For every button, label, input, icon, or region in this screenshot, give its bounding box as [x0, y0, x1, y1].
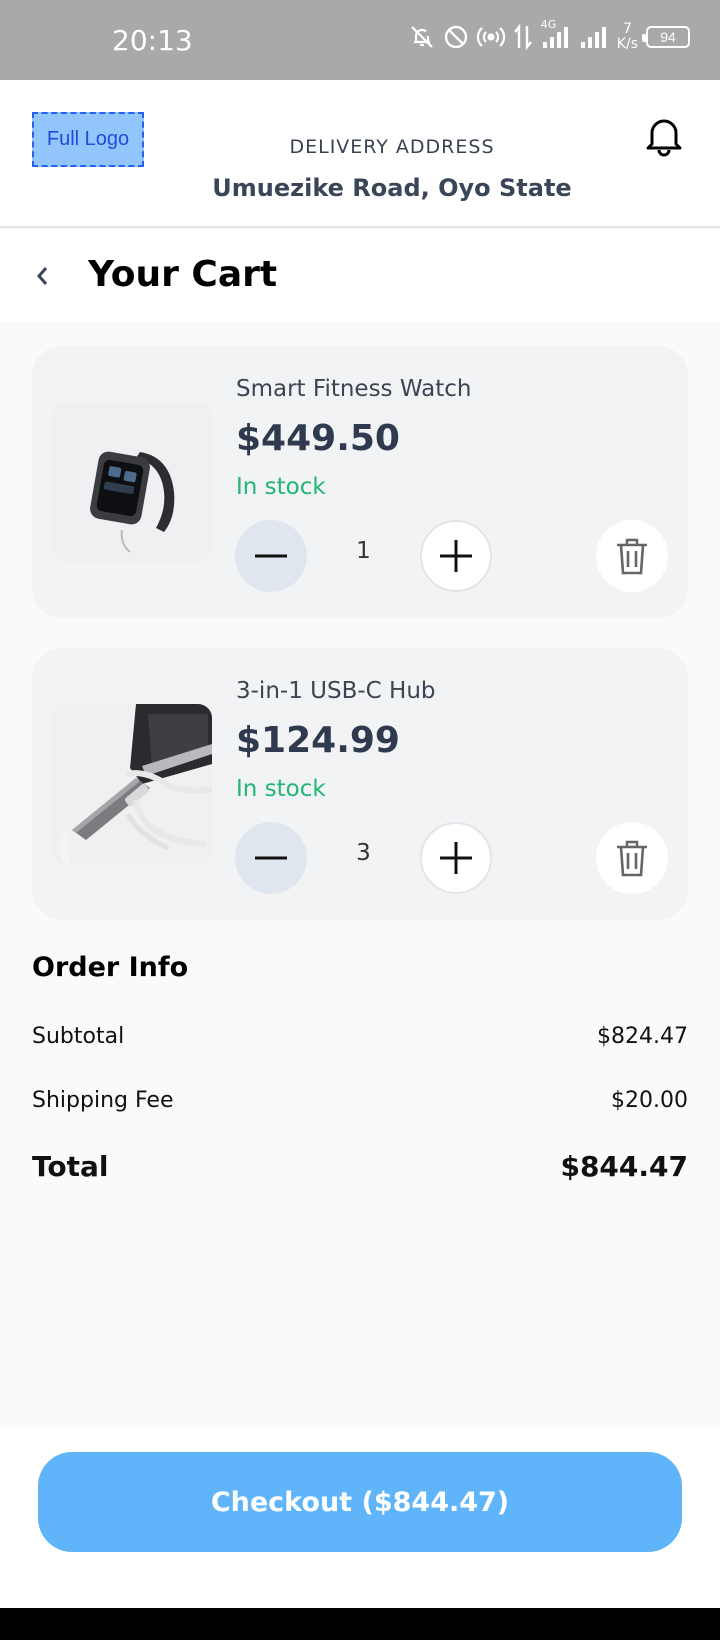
usb-hub-image	[52, 704, 212, 864]
title-bar: Your Cart	[0, 230, 720, 322]
notification-bell-icon[interactable]	[640, 112, 688, 160]
data-transfer-icon	[513, 24, 532, 50]
page-title: Your Cart	[88, 254, 278, 295]
total-value: $844.47	[560, 1150, 688, 1183]
product-price: $449.50	[236, 418, 400, 459]
battery-indicator: 94	[642, 26, 690, 48]
subtotal-label: Subtotal	[32, 1024, 125, 1049]
remove-item-button[interactable]	[596, 520, 668, 592]
status-time: 20:13	[112, 24, 193, 57]
minus-icon	[255, 856, 287, 860]
decrease-quantity-button[interactable]	[235, 520, 307, 592]
signal-strength-icon-2	[580, 27, 606, 48]
minus-icon	[255, 554, 287, 558]
delivery-address[interactable]: Umuezike Road, Oyo State	[0, 174, 720, 202]
cart-item: 3-in-1 USB-C Hub $124.99 In stock 3	[32, 648, 688, 920]
app-header: Full Logo DELIVERY ADDRESS Umuezike Road…	[0, 80, 720, 228]
network-speed-unit: K/s	[616, 36, 638, 52]
stock-status: In stock	[236, 474, 326, 500]
checkout-footer: Checkout ($844.47)	[0, 1428, 720, 1608]
shipping-row: Shipping Fee $20.00	[32, 1088, 688, 1113]
mute-bell-icon	[411, 26, 433, 48]
quantity-value: 1	[356, 538, 371, 564]
decrease-quantity-button[interactable]	[235, 822, 307, 894]
signal-4g: 4G	[541, 18, 571, 50]
back-chevron-icon[interactable]	[30, 260, 58, 292]
cart-item: Smart Fitness Watch $449.50 In stock 1	[32, 346, 688, 618]
checkout-button[interactable]: Checkout ($844.47)	[38, 1452, 682, 1552]
system-navigation-bar	[0, 1608, 720, 1640]
shipping-label: Shipping Fee	[32, 1088, 174, 1113]
delivery-label: DELIVERY ADDRESS	[289, 136, 495, 158]
hotspot-icon	[476, 27, 505, 47]
increase-quantity-button[interactable]	[420, 520, 492, 592]
total-label: Total	[32, 1150, 109, 1183]
subtotal-row: Subtotal $824.47	[32, 1024, 688, 1049]
network-type: 4G	[540, 18, 557, 31]
product-image	[52, 704, 212, 864]
network-speed: 7 K/s	[617, 22, 638, 52]
remove-item-button[interactable]	[596, 822, 668, 894]
plus-icon	[440, 842, 472, 874]
battery-level: 94	[660, 29, 676, 45]
status-icons: 4G 7 K/s 94	[409, 18, 690, 52]
network-speed-value: 7	[622, 21, 632, 37]
subtotal-value: $824.47	[597, 1024, 688, 1049]
plus-icon	[440, 540, 472, 572]
product-name[interactable]: 3-in-1 USB-C Hub	[236, 678, 436, 704]
do-not-disturb-icon	[444, 25, 467, 49]
shipping-value: $20.00	[611, 1088, 688, 1113]
status-bar: 20:13 4G 7 K/s 94	[0, 0, 720, 80]
increase-quantity-button[interactable]	[420, 822, 492, 894]
order-info-title: Order Info	[32, 952, 189, 983]
quantity-value: 3	[356, 840, 371, 866]
total-row: Total $844.47	[32, 1150, 688, 1183]
stock-status: In stock	[236, 776, 326, 802]
product-image	[52, 402, 212, 562]
trash-icon	[617, 538, 647, 575]
product-name[interactable]: Smart Fitness Watch	[236, 376, 471, 402]
smart-watch-image	[52, 402, 212, 562]
product-price: $124.99	[236, 720, 400, 761]
trash-icon	[617, 840, 647, 877]
